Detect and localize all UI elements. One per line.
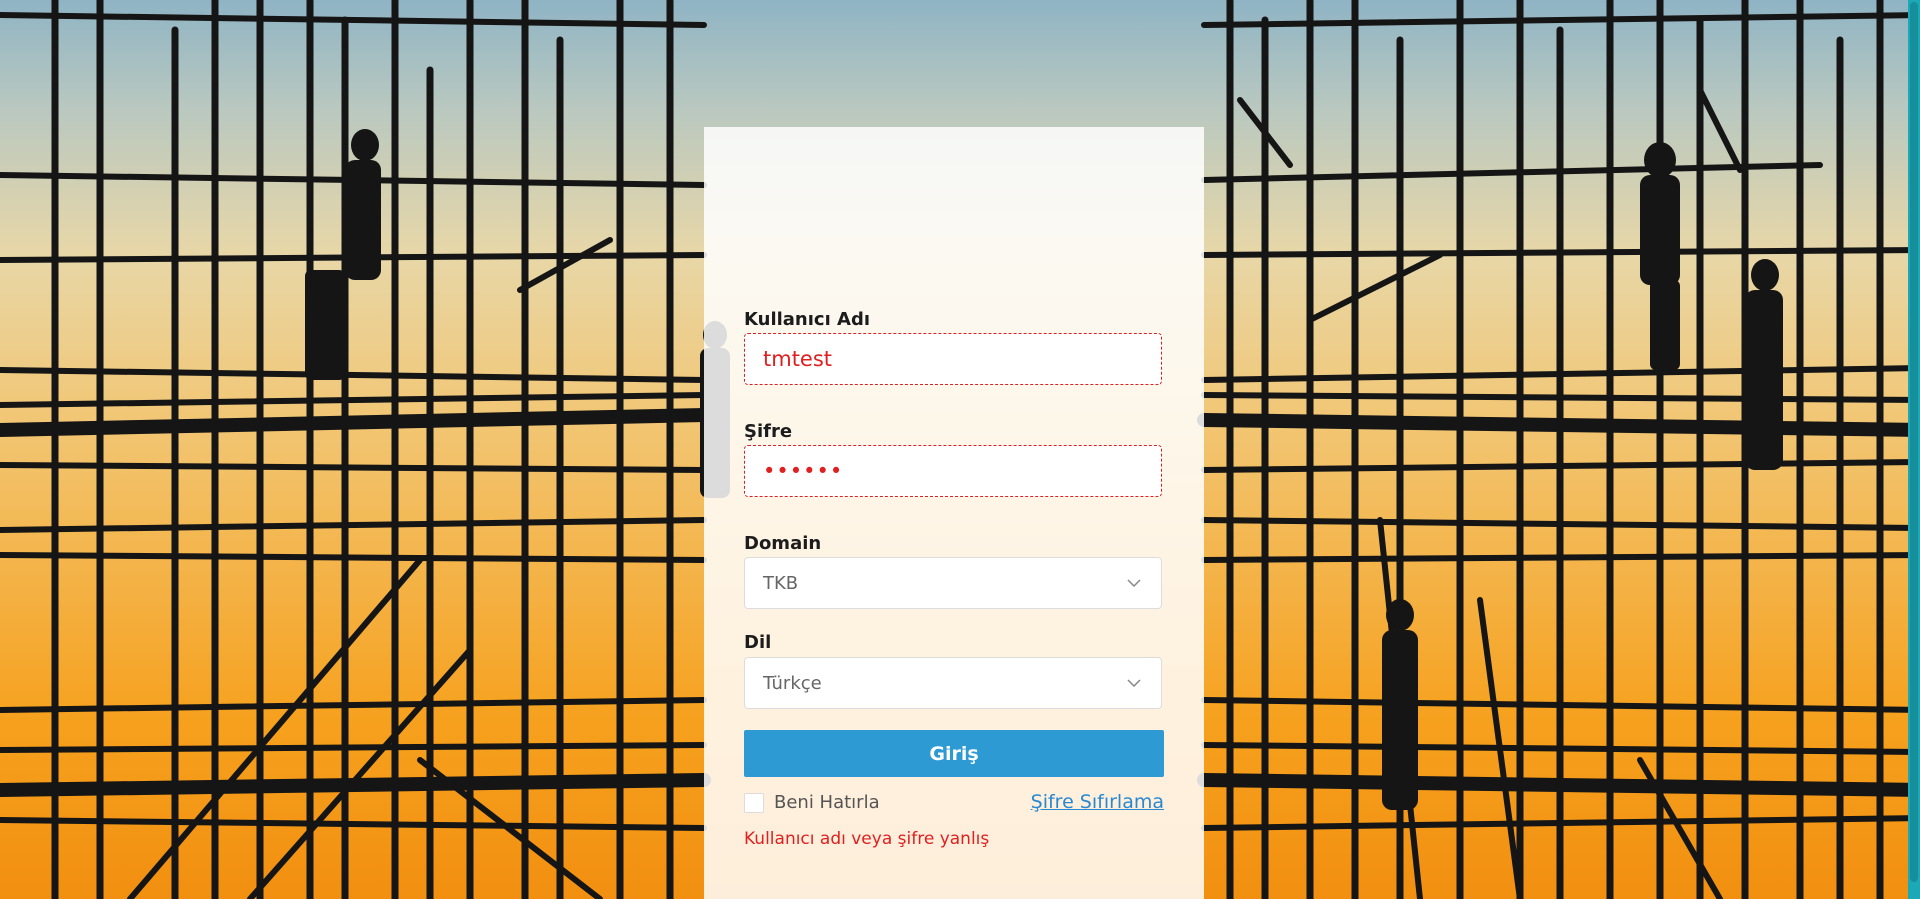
domain-value: TKB bbox=[763, 572, 799, 594]
username-label: Kullanıcı Adı bbox=[744, 309, 871, 330]
password-input[interactable]: •••••• bbox=[744, 445, 1162, 497]
password-value: •••••• bbox=[763, 459, 844, 483]
password-reset-link[interactable]: Şifre Sıfırlama bbox=[1031, 791, 1164, 813]
domain-select[interactable]: TKB bbox=[744, 557, 1162, 609]
language-select[interactable]: Türkçe bbox=[744, 657, 1162, 709]
chevron-down-icon bbox=[1125, 574, 1143, 592]
remember-checkbox[interactable] bbox=[744, 792, 764, 813]
remember-label: Beni Hatırla bbox=[774, 792, 880, 813]
remember-me[interactable]: Beni Hatırla bbox=[744, 792, 880, 813]
password-label: Şifre bbox=[744, 421, 793, 442]
scrollbar-thumb[interactable] bbox=[1910, 2, 1918, 882]
language-value: Türkçe bbox=[763, 672, 822, 694]
username-input[interactable]: tmtest bbox=[744, 333, 1162, 385]
login-button[interactable]: Giriş bbox=[744, 730, 1164, 777]
vertical-scrollbar[interactable] bbox=[1908, 0, 1920, 899]
language-label: Dil bbox=[744, 632, 772, 653]
domain-label: Domain bbox=[744, 533, 822, 554]
login-error-message: Kullanıcı adı veya şifre yanlış bbox=[744, 829, 990, 849]
login-panel: Kullanıcı Adı tmtest Şifre •••••• Domain… bbox=[704, 127, 1204, 899]
username-value: tmtest bbox=[763, 347, 833, 371]
chevron-down-icon bbox=[1125, 674, 1143, 692]
